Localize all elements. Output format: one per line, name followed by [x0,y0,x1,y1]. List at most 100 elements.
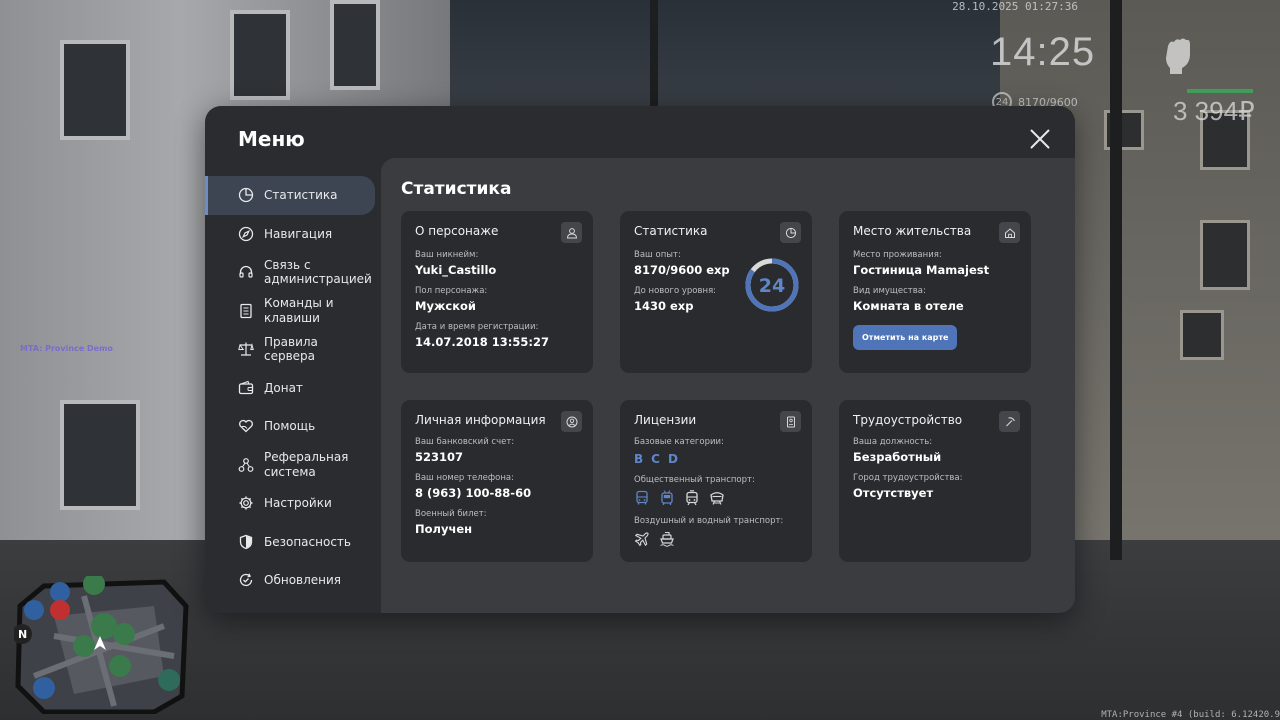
phone-value: 8 (963) 100-88-60 [415,486,532,500]
network-icon [238,457,254,473]
sky [430,0,1010,120]
pie-chart-icon [780,222,801,243]
property-type-label: Вид имущества: [853,286,926,296]
sidebar-item-label: Настройки [264,496,332,511]
card-title: Статистика [634,224,708,238]
id-badge-icon [780,411,801,432]
tram-icon [684,490,700,506]
residence-place-value: Гостиница Mamajest [853,263,990,277]
sidebar-item-statistics[interactable]: Статистика [205,176,375,215]
sidebar-item-help[interactable]: Помощь [205,407,381,446]
house-icon [999,222,1020,243]
house-marker-icon [113,623,135,645]
content-panel: Статистика О персонаже Ваш никнейм: Yuki… [381,158,1075,613]
sidebar-item-admin-contact[interactable]: Связь с администрацией [205,253,381,292]
sidebar-item-navigation[interactable]: Навигация [205,215,381,254]
bank-account-label: Ваш банковский счет: [415,437,515,447]
content-title: Статистика [401,179,512,199]
license-category: B [634,452,644,466]
level-progress-ring: 24 [745,258,799,312]
fist-weapon-icon [1166,38,1190,74]
license-categories: B C D [634,452,798,466]
user-icon [561,222,582,243]
position-value: Безработный [853,450,942,464]
build-label: MTA:Province #4 (build: 6.12420.9 [1101,710,1280,720]
close-button[interactable] [1027,126,1053,152]
gender-value: Мужской [415,299,476,313]
sidebar-item-label: Донат [264,380,303,395]
license-category: C [651,452,660,466]
pickaxe-icon [999,411,1020,432]
car-marker-icon [33,677,55,699]
card-title: Лицензии [634,413,697,427]
employment-city-value: Отсутствует [853,486,934,500]
sidebar-item-label: Обновления [264,573,342,588]
position-label: Ваша должность: [853,437,933,447]
teal-marker-icon [158,669,180,691]
card-title: Место жительства [853,224,972,238]
card-personal-info: Личная информация Ваш банковский счет: 5… [401,400,593,562]
lamp-post [1110,0,1122,560]
card-title: О персонаже [415,224,499,238]
hud-money: 3 394₽ [1173,96,1255,126]
house-marker-icon [73,635,95,657]
sidebar-item-label: Статистика [264,188,338,203]
property-type-value: Комната в отеле [853,299,964,313]
card-character: О персонаже Ваш никнейм: Yuki_Castillo П… [401,211,593,373]
gear-icon [238,495,254,511]
sidebar-item-commands[interactable]: Команды и клавиши [205,292,381,331]
menu-window: Меню Статистика Навигация Связь с админи… [205,106,1075,613]
house-marker-icon [109,655,131,677]
sidebar-item-label: Безопасность [264,534,351,549]
level-number: 24 [759,275,785,297]
base-categories-label: Базовые категории: [634,437,724,447]
sidebar-item-updates[interactable]: Обновления [205,561,381,600]
public-transport-icons [634,490,798,506]
car-marker-icon [24,600,44,620]
air-water-transport-label: Воздушный и водный транспорт: [634,516,784,526]
phone-label: Ваш номер телефона: [415,473,514,483]
boat-icon [659,531,675,547]
nickname-label: Ваш никнейм: [415,250,479,260]
card-title: Личная информация [415,413,546,427]
car-marker-icon [50,582,70,602]
card-statistics: Статистика Ваш опыт: 8170/9600 exp До но… [620,211,812,373]
military-id-value: Получен [415,522,473,536]
sidebar-item-label: Связь с администрацией [264,257,372,287]
menu-title: Меню [238,127,305,151]
public-transport-label: Общественный транспорт: [634,475,755,485]
hud-health-bar [1187,89,1253,93]
user-circle-icon [561,411,582,432]
residence-place-label: Место проживания: [853,250,942,260]
heart-hand-icon [238,418,254,434]
gender-label: Пол персонажа: [415,286,488,296]
sidebar-item-settings[interactable]: Настройки [205,484,381,523]
shield-icon [238,534,254,550]
mark-on-map-button[interactable]: Отметить на карте [853,325,958,350]
svg-text:N: N [18,628,27,641]
card-licenses: Лицензии Базовые категории: B C D Общест… [620,400,812,562]
document-icon [238,303,254,319]
hud-clock: 14:25 [990,30,1096,74]
sidebar-item-rules[interactable]: Правила сервера [205,330,381,369]
registration-label: Дата и время регистрации: [415,322,539,332]
sidebar-item-security[interactable]: Безопасность [205,523,381,562]
nickname-value: Yuki_Castillo [415,263,497,277]
sidebar-item-label: Реферальная система [264,450,349,479]
card-employment: Трудоустройство Ваша должность: Безработ… [839,400,1031,562]
server-label: MTA: Province Demo [20,344,113,353]
hud-datetime: 28.10.2025 01:27:36 [952,0,1078,13]
card-residence: Место жительства Место проживания: Гости… [839,211,1031,373]
minimap: N [14,576,189,714]
sidebar-item-label: Правила сервера [264,334,318,364]
hospital-marker-icon [50,600,70,620]
sidebar-item-label: Команды и клавиши [264,296,334,325]
registration-value: 14.07.2018 13:55:27 [415,335,549,349]
sidebar-item-referral[interactable]: Реферальная система [205,446,381,485]
sidebar-item-donate[interactable]: Донат [205,369,381,408]
lamp-post [650,0,658,110]
metro-train-icon [709,490,725,506]
license-category: D [667,452,678,466]
trolleybus-icon [659,490,675,506]
military-id-label: Военный билет: [415,509,487,519]
